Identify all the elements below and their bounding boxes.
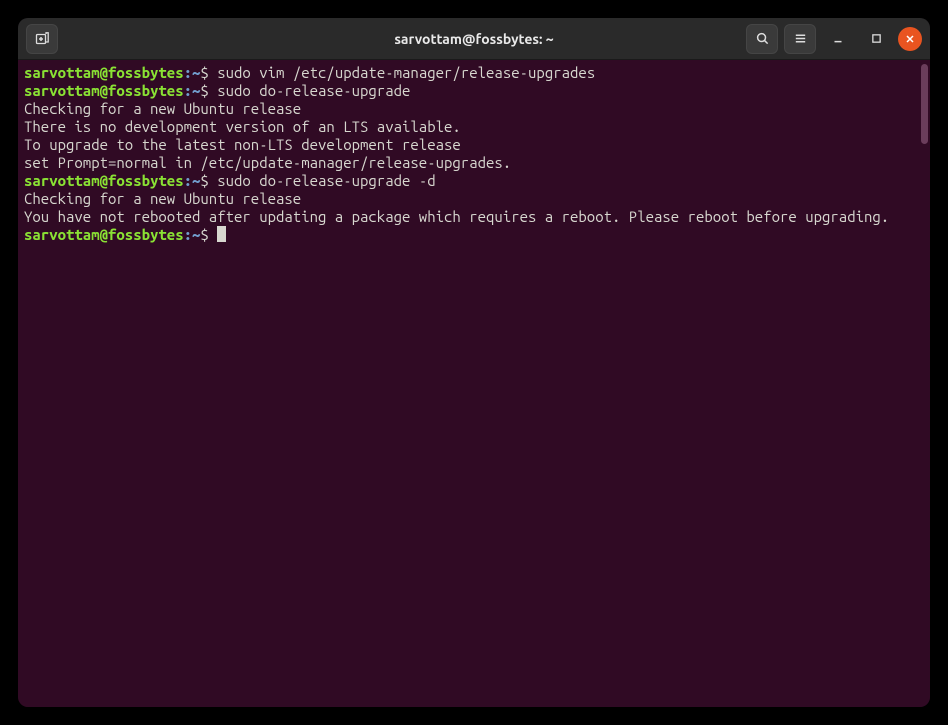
output-line: Checking for a new Ubuntu release xyxy=(24,100,924,118)
output-line: You have not rebooted after updating a p… xyxy=(24,208,924,226)
menu-button[interactable] xyxy=(784,24,816,54)
prompt-colon: : xyxy=(184,82,192,99)
minimize-icon xyxy=(831,32,845,46)
prompt-user-host: sarvottam@fossbytes xyxy=(24,172,184,189)
output-line: There is no development version of an LT… xyxy=(24,118,924,136)
search-button[interactable] xyxy=(746,24,778,54)
prompt-dollar: $ xyxy=(200,172,208,189)
minimize-button[interactable] xyxy=(822,24,854,54)
output-line: set Prompt=normal in /etc/update-manager… xyxy=(24,154,924,172)
prompt-colon: : xyxy=(184,172,192,189)
prompt-dollar: $ xyxy=(200,226,208,243)
prompt-dollar: $ xyxy=(200,64,208,81)
output-line: Checking for a new Ubuntu release xyxy=(24,190,924,208)
scrollbar[interactable] xyxy=(921,64,928,144)
prompt-user-host: sarvottam@fossbytes xyxy=(24,82,184,99)
hamburger-menu-icon xyxy=(793,31,808,46)
terminal-body[interactable]: sarvottam@fossbytes:~$ sudo vim /etc/upd… xyxy=(18,60,930,707)
new-tab-icon xyxy=(34,31,50,47)
output-line: To upgrade to the latest non-LTS develop… xyxy=(24,136,924,154)
close-icon xyxy=(904,33,916,45)
terminal-line: sarvottam@fossbytes:~$ xyxy=(24,226,924,244)
cursor xyxy=(217,226,226,242)
terminal-line: sarvottam@fossbytes:~$ sudo do-release-u… xyxy=(24,82,924,100)
terminal-line: sarvottam@fossbytes:~$ sudo do-release-u… xyxy=(24,172,924,190)
prompt-dollar: $ xyxy=(200,82,208,99)
prompt-colon: : xyxy=(184,64,192,81)
command-text: sudo do-release-upgrade -d xyxy=(217,172,435,189)
prompt-user-host: sarvottam@fossbytes xyxy=(24,226,184,243)
command-text: sudo do-release-upgrade xyxy=(217,82,410,99)
command-text: sudo vim /etc/update-manager/release-upg… xyxy=(217,64,595,81)
maximize-icon xyxy=(870,32,883,45)
prompt-user-host: sarvottam@fossbytes xyxy=(24,64,184,81)
search-icon xyxy=(755,31,770,46)
new-tab-button[interactable] xyxy=(26,24,58,54)
maximize-button[interactable] xyxy=(860,24,892,54)
titlebar[interactable]: sarvottam@fossbytes: ~ xyxy=(18,18,930,60)
terminal-window: sarvottam@fossbytes: ~ xyxy=(18,18,930,707)
close-button[interactable] xyxy=(898,27,922,51)
terminal-line: sarvottam@fossbytes:~$ sudo vim /etc/upd… xyxy=(24,64,924,82)
prompt-colon: : xyxy=(184,226,192,243)
